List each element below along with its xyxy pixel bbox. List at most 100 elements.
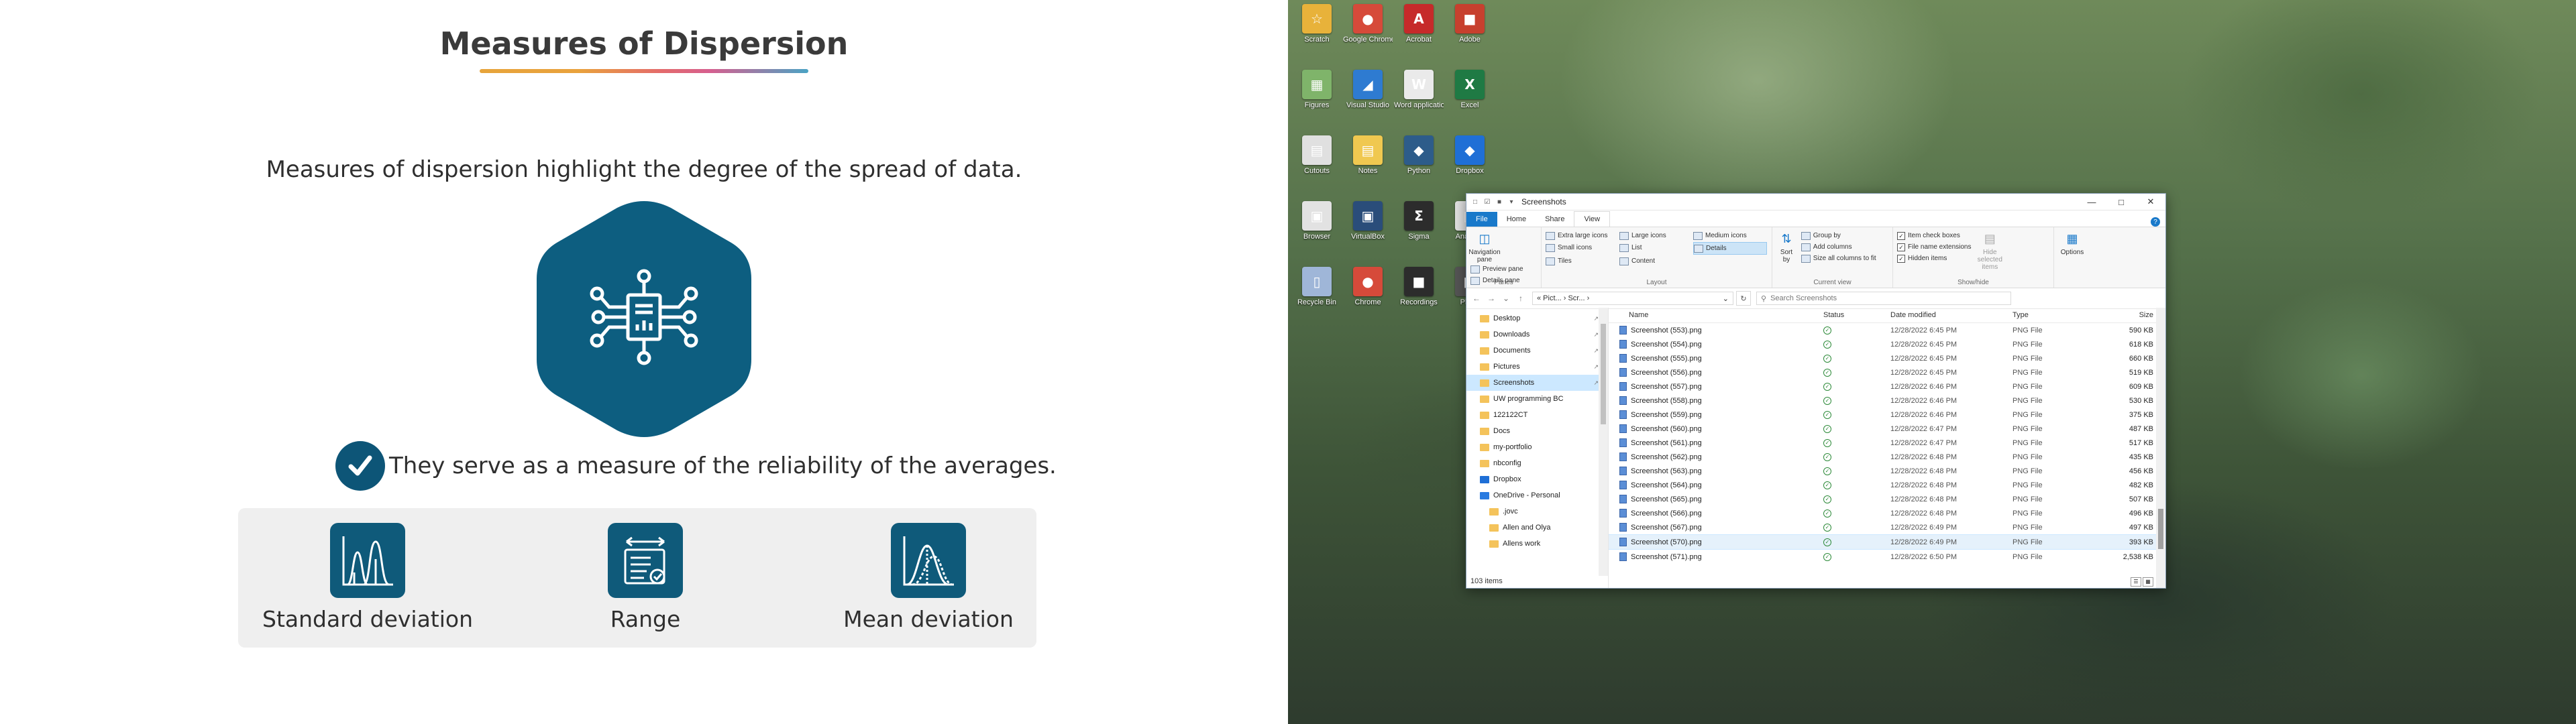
size-columns-button[interactable]: Size all columns to fit (1801, 253, 1876, 264)
file-row[interactable]: Screenshot (556).png ✓ 12/28/2022 6:45 PM P… (1609, 365, 2165, 379)
desktop-icon[interactable]: ▦ Figures (1292, 70, 1342, 109)
explorer-title-bar[interactable]: □ ☑ ■ ▾ Screenshots — □ ✕ (1466, 194, 2165, 210)
desktop-icon[interactable]: ▣ Browser (1292, 201, 1342, 241)
chevron-down-icon[interactable]: ⌄ (1723, 294, 1729, 303)
layout-small-icons[interactable]: Small icons (1546, 242, 1619, 253)
hide-selected-items-button[interactable]: ▤ Hide selected items (1973, 230, 2006, 272)
desktop-icon[interactable]: ▣ VirtualBox (1343, 201, 1393, 241)
column-header-date[interactable]: Date modified (1890, 311, 2012, 319)
nav-item[interactable]: Documents ↗ (1466, 343, 1608, 359)
tab-share[interactable]: Share (1536, 212, 1574, 227)
desktop-icon[interactable]: X Excel (1445, 70, 1495, 109)
desktop-icon[interactable]: ● Google Chrome (1343, 4, 1393, 44)
group-by-button[interactable]: Group by (1801, 230, 1876, 241)
maximize-button[interactable]: □ (2106, 194, 2136, 210)
nav-item[interactable]: Pictures ↗ (1466, 359, 1608, 375)
folder-new-icon[interactable]: ■ (1495, 197, 1504, 206)
nav-item[interactable]: nbconfig (1466, 455, 1608, 471)
sort-by-button[interactable]: ⇅ Sort by (1776, 230, 1796, 264)
file-row[interactable]: Screenshot (561).png ✓ 12/28/2022 6:47 PM P… (1609, 436, 2165, 450)
scrollbar-thumb[interactable] (2158, 509, 2163, 549)
nav-item[interactable]: Allens work (1466, 536, 1608, 552)
details-view-icon[interactable]: ☰ (2131, 577, 2141, 587)
search-input[interactable]: ⚲ Search Screenshots (1756, 292, 2011, 305)
layout-content[interactable]: Content (1619, 255, 1693, 267)
layout-tiles[interactable]: Tiles (1546, 255, 1619, 267)
desktop-icon[interactable]: A Acrobat (1394, 4, 1444, 44)
desktop-icon[interactable]: ▤ Notes (1343, 135, 1393, 175)
nav-item[interactable]: UW programming BC (1466, 391, 1608, 407)
nav-item[interactable]: OneDrive - Personal (1466, 487, 1608, 503)
file-row[interactable]: Screenshot (566).png ✓ 12/28/2022 6:48 PM P… (1609, 506, 2165, 520)
layout-list[interactable]: List (1619, 242, 1693, 253)
add-columns-button[interactable]: Add columns (1801, 241, 1876, 253)
column-header-name[interactable]: Name (1609, 311, 1823, 319)
file-scrollbar[interactable] (2156, 308, 2165, 588)
layout-details[interactable]: Details (1693, 242, 1767, 255)
file-row[interactable]: Screenshot (571).png ✓ 12/28/2022 6:50 PM P… (1609, 550, 2165, 564)
file-row[interactable]: Screenshot (558).png ✓ 12/28/2022 6:46 PM P… (1609, 394, 2165, 408)
nav-item[interactable]: Desktop ↗ (1466, 310, 1608, 326)
desktop-icon[interactable]: W Word application (1394, 70, 1444, 109)
scrollbar-thumb[interactable] (1601, 324, 1606, 424)
file-row[interactable]: Screenshot (555).png ✓ 12/28/2022 6:45 PM P… (1609, 351, 2165, 365)
preview-pane-button[interactable]: Preview pane (1470, 263, 1523, 275)
layout-large-icons[interactable]: Large icons (1619, 230, 1693, 241)
desktop-icon[interactable]: ◢ Visual Studio (1343, 70, 1393, 109)
file-row[interactable]: Screenshot (570).png ✓ 12/28/2022 6:49 PM P… (1609, 534, 2165, 550)
tab-view[interactable]: View (1574, 211, 1611, 227)
desktop-icon[interactable]: ● Chrome (1343, 267, 1393, 306)
nav-item[interactable]: Screenshots ↗ (1466, 375, 1608, 391)
address-bar[interactable]: « Pict... › Scr... › ⌄ (1532, 292, 1733, 305)
file-row[interactable]: Screenshot (567).png ✓ 12/28/2022 6:49 PM P… (1609, 520, 2165, 534)
column-header-status[interactable]: Status (1823, 311, 1890, 319)
refresh-icon[interactable]: ↻ (1736, 291, 1751, 306)
file-row[interactable]: Screenshot (553).png ✓ 12/28/2022 6:45 PM P… (1609, 323, 2165, 337)
desktop-icon[interactable]: ☆ Scratch (1292, 4, 1342, 44)
layout-extra-large-icons[interactable]: Extra large icons (1546, 230, 1619, 241)
checkbox-icon[interactable]: ☑ (1483, 197, 1492, 206)
desktop-icon[interactable]: ▤ Cutouts (1292, 135, 1342, 175)
layout-medium-icons[interactable]: Medium icons (1693, 230, 1767, 241)
file-row[interactable]: Screenshot (563).png ✓ 12/28/2022 6:48 PM P… (1609, 464, 2165, 478)
nav-item[interactable]: my-portfolio (1466, 439, 1608, 455)
desktop-icon[interactable]: ◆ Python (1394, 135, 1444, 175)
file-row[interactable]: Screenshot (560).png ✓ 12/28/2022 6:47 PM P… (1609, 422, 2165, 436)
close-button[interactable]: ✕ (2136, 194, 2165, 210)
nav-item[interactable]: Allen and Olya (1466, 520, 1608, 536)
help-icon[interactable]: ? (2151, 217, 2160, 227)
nav-item[interactable]: Dropbox (1466, 471, 1608, 487)
desktop-icon[interactable]: ■ Adobe (1445, 4, 1495, 44)
back-arrow-icon[interactable]: ← (1470, 294, 1483, 303)
nav-item[interactable]: Docs (1466, 423, 1608, 439)
file-row[interactable]: Screenshot (565).png ✓ 12/28/2022 6:48 PM P… (1609, 492, 2165, 506)
file-row[interactable]: Screenshot (562).png ✓ 12/28/2022 6:48 PM P… (1609, 450, 2165, 464)
forward-arrow-icon[interactable]: → (1485, 294, 1497, 303)
file-row[interactable]: Screenshot (559).png ✓ 12/28/2022 6:46 PM P… (1609, 408, 2165, 422)
desktop-icon[interactable]: ◆ Dropbox (1445, 135, 1495, 175)
desktop-icon[interactable]: ■ Recordings (1394, 267, 1444, 306)
item-check-boxes-toggle[interactable]: ✓ Item check boxes (1897, 230, 1972, 241)
chevron-down-icon[interactable]: ▾ (1507, 197, 1516, 206)
file-row[interactable]: Screenshot (554).png ✓ 12/28/2022 6:45 PM P… (1609, 337, 2165, 351)
navigation-pane-button[interactable]: ◫ Navigation pane (1468, 230, 1500, 264)
column-header-size[interactable]: Size (2093, 311, 2153, 319)
tab-home[interactable]: Home (1497, 212, 1536, 227)
options-button[interactable]: ▦ Options (2058, 230, 2086, 257)
nav-item[interactable]: Downloads ↗ (1466, 326, 1608, 343)
tab-file[interactable]: File (1466, 212, 1497, 227)
chevron-down-icon[interactable]: ⌄ (1500, 294, 1512, 303)
file-row[interactable]: Screenshot (564).png ✓ 12/28/2022 6:48 PM P… (1609, 478, 2165, 492)
desktop-icon[interactable]: Σ Sigma (1394, 201, 1444, 241)
minimize-button[interactable]: — (2077, 194, 2106, 210)
nav-item[interactable]: .jovc (1466, 503, 1608, 520)
large-icons-view-icon[interactable]: ▦ (2143, 577, 2153, 587)
nav-scrollbar[interactable] (1599, 308, 1608, 576)
hidden-items-toggle[interactable]: ✓ Hidden items (1897, 253, 1972, 264)
up-arrow-icon[interactable]: ↑ (1515, 294, 1527, 303)
desktop-icon[interactable]: ▯ Recycle Bin (1292, 267, 1342, 306)
column-header-type[interactable]: Type (2012, 311, 2093, 319)
file-row[interactable]: Screenshot (557).png ✓ 12/28/2022 6:46 PM P… (1609, 379, 2165, 394)
nav-item[interactable]: 122122CT (1466, 407, 1608, 423)
file-name-extensions-toggle[interactable]: ✓ File name extensions (1897, 241, 1972, 253)
